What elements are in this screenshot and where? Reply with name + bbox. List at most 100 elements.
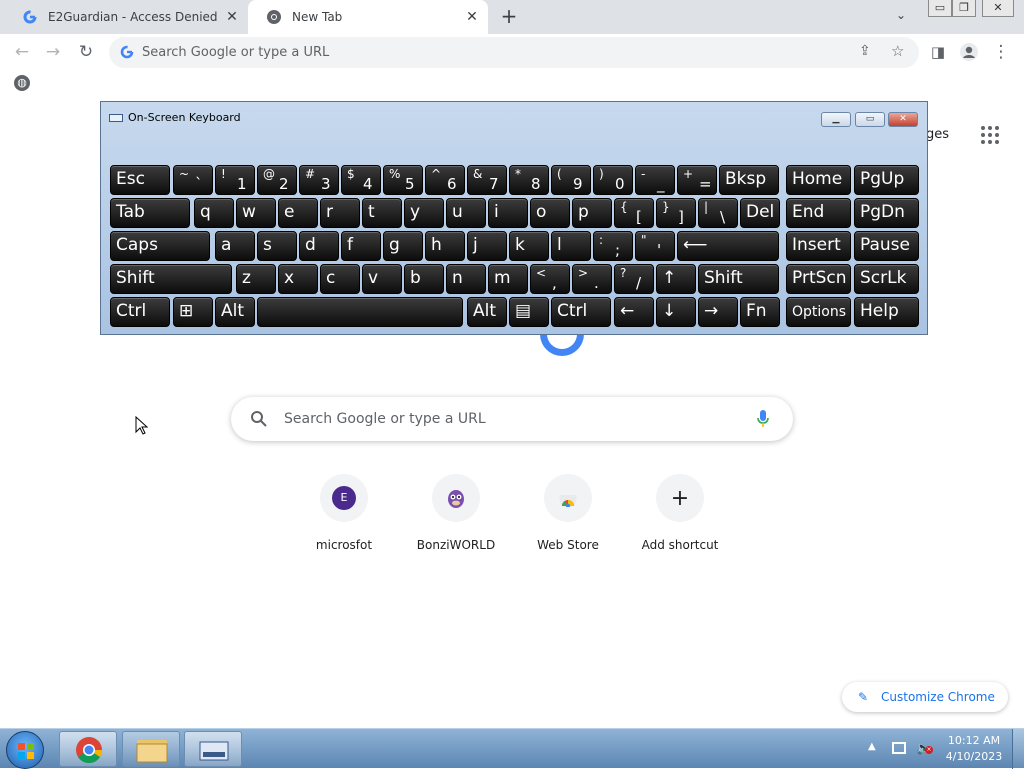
key-symbol[interactable]: ⟵ (677, 231, 779, 261)
key-symbol[interactable]: ? / (614, 264, 654, 294)
key-alt[interactable]: Alt (467, 297, 507, 327)
key-3[interactable]: #3 (299, 165, 339, 195)
key-a[interactable]: a (215, 231, 255, 261)
shortcut-microsfot[interactable]: E microsfot (288, 474, 400, 552)
menu-button[interactable]: ⋮ (990, 41, 1012, 63)
network-icon[interactable] (892, 742, 906, 754)
show-desktop-button[interactable] (1012, 729, 1024, 769)
key-end[interactable]: End (786, 198, 851, 228)
key-symbol[interactable]: :; (593, 231, 633, 261)
taskbar-osk[interactable] (184, 731, 242, 767)
key-pgup[interactable]: PgUp (854, 165, 919, 195)
key-ctrl[interactable]: Ctrl (110, 297, 170, 327)
share-icon[interactable]: ⇪ (859, 43, 871, 59)
key-prtscn[interactable]: PrtScn (786, 264, 851, 294)
key-l[interactable]: l (551, 231, 591, 261)
minimize-button[interactable]: ▭ (928, 0, 952, 17)
key-e[interactable]: e (278, 198, 318, 228)
key-pause[interactable]: Pause (854, 231, 919, 261)
key-symbol[interactable]: {[ (614, 198, 654, 228)
address-bar[interactable]: Search Google or type a URL ⇪ ☆ (109, 37, 919, 68)
key-x[interactable]: x (278, 264, 318, 294)
new-tab-button[interactable]: + (498, 5, 520, 27)
key-symbol[interactable]: >. (572, 264, 612, 294)
reload-button[interactable]: ↻ (75, 41, 97, 63)
side-panel-button[interactable]: ◨ (927, 41, 949, 63)
key-symbol[interactable]: ⊞ (173, 297, 213, 327)
key-shift[interactable]: Shift (698, 264, 779, 294)
key-7[interactable]: & 7 (467, 165, 507, 195)
key-symbol[interactable]: | \ (698, 198, 738, 228)
osk-maximize-button[interactable]: ▭ (855, 112, 885, 127)
profile-button[interactable] (958, 41, 980, 63)
key-tab[interactable]: Tab (110, 198, 190, 228)
key-z[interactable]: z (236, 264, 276, 294)
key-h[interactable]: h (425, 231, 465, 261)
taskbar-explorer[interactable] (122, 731, 180, 767)
key-w[interactable]: w (236, 198, 276, 228)
key-9[interactable]: (9 (551, 165, 591, 195)
tab-e2guardian[interactable]: E2Guardian - Access Denied ✕ (4, 0, 248, 34)
key-o[interactable]: o (530, 198, 570, 228)
key-r[interactable]: r (320, 198, 360, 228)
key-symbol[interactable]: ↓ (656, 297, 696, 327)
taskbar-chrome[interactable] (59, 731, 117, 767)
key-ctrl[interactable]: Ctrl (551, 297, 611, 327)
key-2[interactable]: @2 (257, 165, 297, 195)
tab-new-tab[interactable]: New Tab ✕ (248, 0, 488, 34)
key-v[interactable]: v (362, 264, 402, 294)
key-g[interactable]: g (383, 231, 423, 261)
key-f[interactable]: f (341, 231, 381, 261)
key-alt[interactable]: Alt (215, 297, 255, 327)
osk-title-bar[interactable]: On-Screen Keyboard (109, 102, 241, 134)
customize-chrome-button[interactable]: ✎ Customize Chrome (842, 682, 1008, 712)
key-esc[interactable]: Esc (110, 165, 170, 195)
key-shift[interactable]: Shift (110, 264, 232, 294)
key-home[interactable]: Home (786, 165, 851, 195)
key-c[interactable]: c (320, 264, 360, 294)
start-button[interactable] (6, 731, 44, 769)
key-fn[interactable]: Fn (740, 297, 780, 327)
globe-icon[interactable]: ◍ (14, 75, 30, 91)
apps-grid-icon[interactable] (981, 126, 999, 144)
taskbar-clock[interactable]: 10:12 AM 4/10/2023 (944, 733, 1004, 765)
key-bksp[interactable]: Bksp (719, 165, 779, 195)
key-space[interactable] (257, 297, 463, 327)
close-window-button[interactable]: ✕ (982, 0, 1014, 17)
bookmark-star-icon[interactable]: ☆ (891, 42, 904, 60)
key-symbol[interactable]: }] (656, 198, 696, 228)
key-6[interactable]: ^ 6 (425, 165, 465, 195)
key-y[interactable]: y (404, 198, 444, 228)
shortcut-bonziworld[interactable]: BonziWORLD (400, 474, 512, 552)
key-0[interactable]: ) 0 (593, 165, 633, 195)
key-symbol[interactable]: ↑ (656, 264, 696, 294)
key-j[interactable]: j (467, 231, 507, 261)
osk-close-button[interactable]: ✕ (888, 112, 918, 127)
key-options[interactable]: Options (786, 297, 851, 327)
key-help[interactable]: Help (854, 297, 919, 327)
key-symbol[interactable]: ← (614, 297, 654, 327)
key-symbol[interactable]: " ' (635, 231, 675, 261)
back-button[interactable]: ← (11, 41, 33, 63)
key-t[interactable]: t (362, 198, 402, 228)
key-symbol[interactable]: - _ (635, 165, 675, 195)
key-symbol[interactable]: <, (530, 264, 570, 294)
key-n[interactable]: n (446, 264, 486, 294)
key-s[interactable]: s (257, 231, 297, 261)
key-8[interactable]: * 8 (509, 165, 549, 195)
key-u[interactable]: u (446, 198, 486, 228)
key-4[interactable]: $4 (341, 165, 381, 195)
key-p[interactable]: p (572, 198, 612, 228)
key-5[interactable]: % 5 (383, 165, 423, 195)
key-symbol[interactable]: ▤ (509, 297, 549, 327)
key-i[interactable]: i (488, 198, 528, 228)
key-b[interactable]: b (404, 264, 444, 294)
microphone-icon[interactable] (756, 409, 770, 432)
close-tab-icon[interactable]: ✕ (222, 9, 242, 25)
restore-button[interactable]: ❐ (952, 0, 976, 17)
key-symbol[interactable]: + = (677, 165, 717, 195)
key-k[interactable]: k (509, 231, 549, 261)
key-m[interactable]: m (488, 264, 528, 294)
close-tab-icon[interactable]: ✕ (462, 9, 482, 25)
key-d[interactable]: d (299, 231, 339, 261)
